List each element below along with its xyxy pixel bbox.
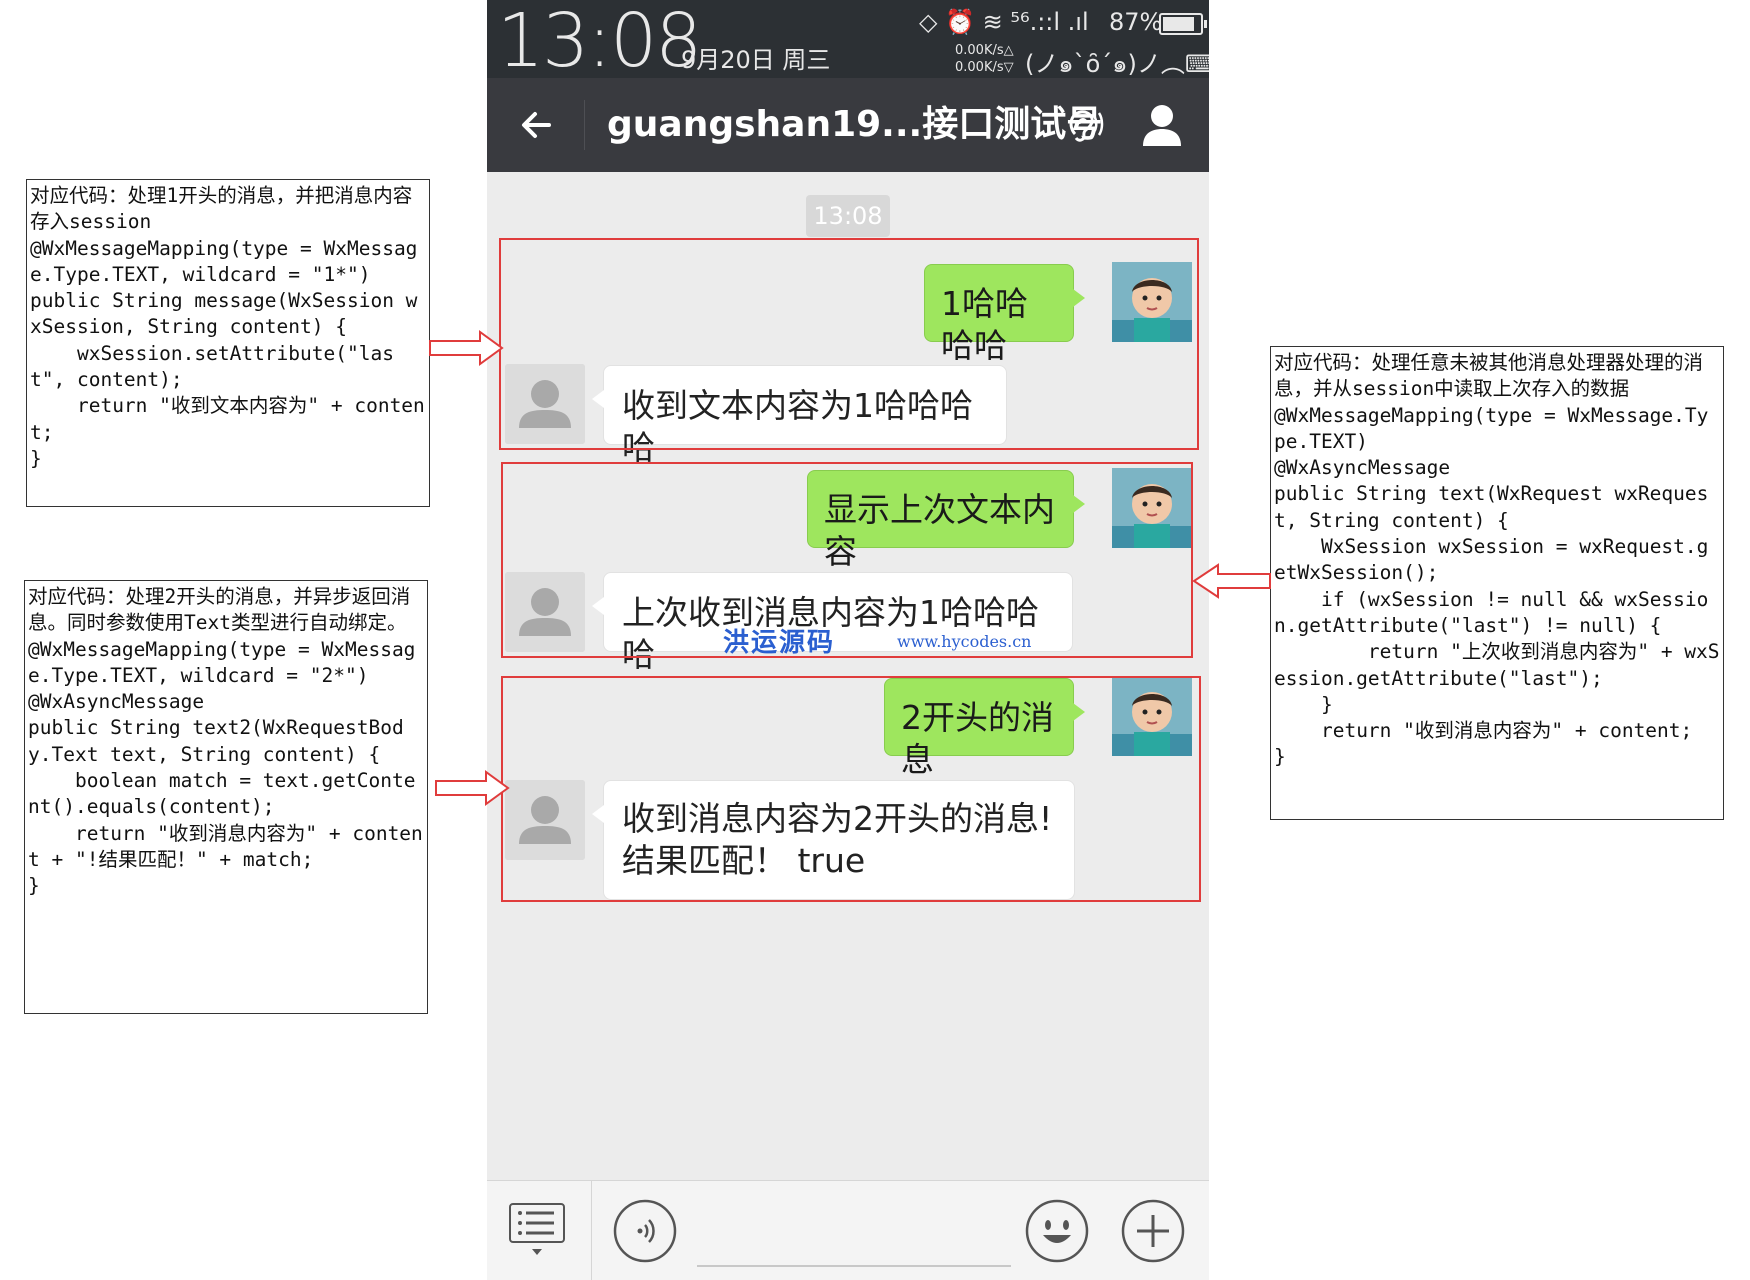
chat-timestamp: 13:08	[806, 195, 890, 237]
highlight-frame-3	[501, 676, 1201, 902]
back-arrow-icon	[522, 112, 551, 138]
status-bar: 13:08 9月20日 周三 ◇ ⏰ ≋ ⁵⁶.::l .ıl 87% 0.00…	[487, 0, 1209, 84]
more-options-button[interactable]	[1121, 1199, 1185, 1263]
back-button[interactable]	[515, 100, 565, 150]
battery-icon	[1159, 13, 1207, 35]
message-input[interactable]	[697, 1265, 1011, 1267]
annotation-code-3: 对应代码：处理任意未被其他消息处理器处理的消息，并从session中读取上次存入…	[1270, 346, 1724, 820]
voice-icon	[613, 1199, 677, 1263]
plus-icon	[1121, 1199, 1185, 1263]
emoji-button[interactable]	[1025, 1199, 1089, 1263]
signal-icons: ◇ ⏰ ≋ ⁵⁶.::l .ıl	[919, 8, 1089, 36]
chat-input-bar	[487, 1180, 1209, 1280]
net-speed-down: 0.00K/s▽	[955, 60, 1014, 75]
ear-icon	[1069, 110, 1104, 142]
menu-toggle-button[interactable]	[509, 1203, 565, 1259]
arrow-right-icon	[435, 770, 510, 806]
arrow-left-icon	[1192, 563, 1271, 599]
chat-title: guangshan19...接口测试号	[607, 104, 1103, 145]
battery-percent: 87%	[1109, 8, 1163, 36]
annotation-code-1: 对应代码：处理1开头的消息，并把消息内容存入session @WxMessage…	[26, 179, 430, 507]
highlight-frame-2	[501, 462, 1193, 658]
status-date: 9月20日 周三	[681, 46, 831, 74]
voice-input-button[interactable]	[613, 1199, 677, 1263]
earpiece-mode-button[interactable]	[1065, 104, 1105, 146]
net-speed-up: 0.00K/s△	[955, 43, 1014, 58]
title-divider	[584, 100, 585, 150]
chat-title-bar: guangshan19...接口测试号	[487, 78, 1209, 172]
net-speed: 0.00K/s△ 0.00K/s▽	[955, 42, 1014, 76]
person-icon	[1143, 105, 1181, 146]
highlight-frame-1	[499, 238, 1199, 450]
keyboard-menu-icon	[509, 1203, 565, 1255]
status-clock: 13:08	[497, 0, 702, 84]
input-divider	[591, 1181, 592, 1280]
arrow-right-icon	[429, 330, 504, 366]
chat-profile-button[interactable]	[1137, 100, 1187, 150]
smiley-icon	[1025, 1199, 1089, 1263]
annotation-code-2: 对应代码：处理2开头的消息，并异步返回消息。同时参数使用Text类型进行自动绑定…	[24, 580, 428, 1014]
